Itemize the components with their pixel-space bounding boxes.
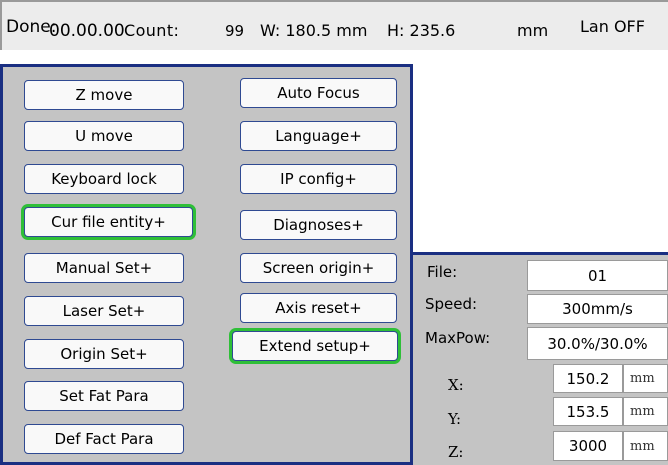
x-label: X: xyxy=(448,376,464,394)
file-preview-area xyxy=(413,64,668,252)
count-value: 99 xyxy=(225,22,245,40)
extend-setup-button[interactable]: Extend setup+ xyxy=(232,331,398,361)
lan-status: Lan OFF xyxy=(580,17,645,36)
menu-panel: Z move U move Keyboard lock Cur file ent… xyxy=(0,64,413,465)
u-move-button[interactable]: U move xyxy=(24,121,184,151)
info-panel: File: 01 Speed: 300mm/s MaxPow: 30.0%/30… xyxy=(413,252,668,465)
diagnoses-button[interactable]: Diagnoses+ xyxy=(240,210,397,240)
set-fat-para-button[interactable]: Set Fat Para xyxy=(24,381,184,411)
x-unit: mm xyxy=(623,364,668,393)
done-time: 00.00.00 xyxy=(49,21,125,41)
status-bar: Done: 00.00.00 Count: 99 W: 180.5 mm H: … xyxy=(0,0,668,50)
language-button[interactable]: Language+ xyxy=(240,121,397,151)
file-value: 01 xyxy=(527,260,668,291)
z-label: Z: xyxy=(448,443,464,461)
maxpow-value: 30.0%/30.0% xyxy=(527,327,668,360)
manual-set-button[interactable]: Manual Set+ xyxy=(24,253,184,283)
z-value: 3000 xyxy=(553,431,623,461)
z-unit: mm xyxy=(623,431,668,461)
ip-config-button[interactable]: IP config+ xyxy=(240,164,397,194)
axis-reset-button[interactable]: Axis reset+ xyxy=(240,293,397,323)
def-fact-para-button[interactable]: Def Fact Para xyxy=(24,424,184,454)
z-move-button[interactable]: Z move xyxy=(24,80,184,110)
maxpow-label: MaxPow: xyxy=(425,329,491,347)
x-value: 150.2 xyxy=(553,364,623,393)
cur-file-entity-button[interactable]: Cur file entity+ xyxy=(24,207,193,237)
y-value: 153.5 xyxy=(553,397,623,426)
y-unit: mm xyxy=(623,397,668,426)
width-readout: W: 180.5 mm xyxy=(260,21,368,40)
keyboard-lock-button[interactable]: Keyboard lock xyxy=(24,164,184,194)
origin-set-button[interactable]: Origin Set+ xyxy=(24,339,184,369)
height-unit: mm xyxy=(517,21,549,40)
speed-value: 300mm/s xyxy=(527,294,668,324)
screen-origin-button[interactable]: Screen origin+ xyxy=(240,253,397,283)
y-label: Y: xyxy=(448,410,462,428)
count-label: Count: xyxy=(124,21,180,40)
speed-label: Speed: xyxy=(425,295,478,313)
file-label: File: xyxy=(427,263,458,281)
auto-focus-button[interactable]: Auto Focus xyxy=(240,78,397,108)
height-readout: H: 235.6 xyxy=(387,21,456,40)
laser-set-button[interactable]: Laser Set+ xyxy=(24,296,184,326)
